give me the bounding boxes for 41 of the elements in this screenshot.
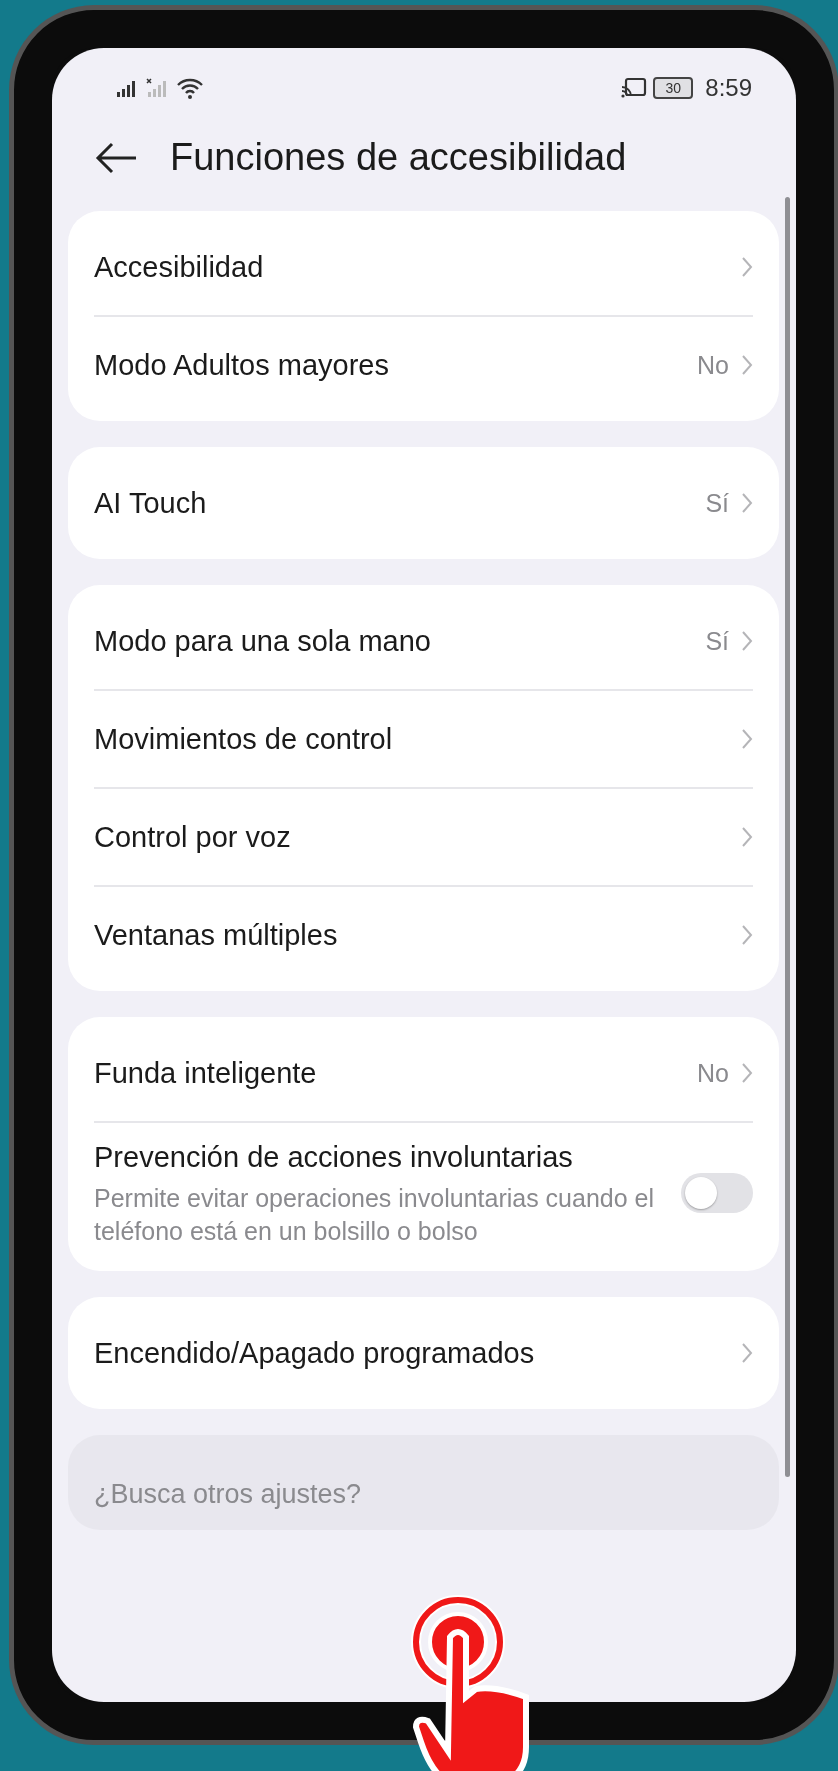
row-label: Prevención de acciones involuntarias (94, 1140, 574, 1175)
chevron-icon (741, 826, 753, 848)
chevron-icon (741, 1342, 753, 1365)
settings-row[interactable]: Movimientos de control (94, 691, 753, 789)
chevron-icon (741, 728, 753, 750)
settings-row[interactable]: Prevención de acciones involuntarias Permite evitar operaciones involuntarias cuando el teléfono está en un bolsillo o bolso (94, 1123, 753, 1264)
row-label: Modo para una sola mano (94, 623, 432, 659)
row-value: Sí (705, 488, 729, 518)
settings-row[interactable]: Modo Adultos mayores No (94, 317, 753, 413)
row-value: No (697, 1058, 729, 1088)
row-label: Movimientos de control (94, 721, 394, 757)
cast-icon (621, 77, 648, 99)
row-value: No (697, 350, 729, 380)
chevron-icon (741, 492, 753, 514)
page-title: Funciones de accesibilidad (170, 136, 627, 179)
settings-row[interactable]: Encendido/Apagado programados (94, 1305, 753, 1402)
settings-row[interactable]: AI Touch Sí (94, 455, 753, 551)
row-label: Encendido/Apagado programados (94, 1335, 536, 1371)
chevron-icon (741, 354, 753, 376)
row-label: Modo Adultos mayores (94, 347, 390, 383)
settings-row[interactable]: Ventanas múltiples (94, 887, 753, 983)
row-label: Control por voz (94, 819, 292, 855)
settings-row[interactable]: Modo para una sola mano Sí (94, 593, 753, 691)
wifi-icon (176, 77, 204, 99)
row-label: Ventanas múltiples (94, 917, 339, 953)
chevron-icon (741, 256, 753, 278)
chevron-icon (741, 630, 753, 652)
settings-row[interactable]: Accesibilidad (94, 219, 753, 317)
footer-text: ¿Busca otros ajustes? (94, 1479, 362, 1510)
battery-icon: 30 (653, 77, 694, 99)
status-time: 8:59 (705, 74, 752, 102)
settings-row[interactable]: Control por voz (94, 789, 753, 887)
chevron-icon (741, 924, 753, 946)
toggle-switch[interactable] (681, 1173, 753, 1214)
settings-row[interactable]: Funda inteligente No (94, 1025, 753, 1123)
row-description: Permite evitar operaciones involuntarias cuando el teléfono está en un bolsillo o bolso (94, 1182, 656, 1248)
row-label: AI Touch (94, 485, 208, 521)
row-value: Sí (705, 626, 729, 656)
row-label: Funda inteligente (94, 1055, 318, 1091)
chevron-icon (741, 1062, 753, 1084)
row-label: Accesibilidad (94, 249, 265, 285)
